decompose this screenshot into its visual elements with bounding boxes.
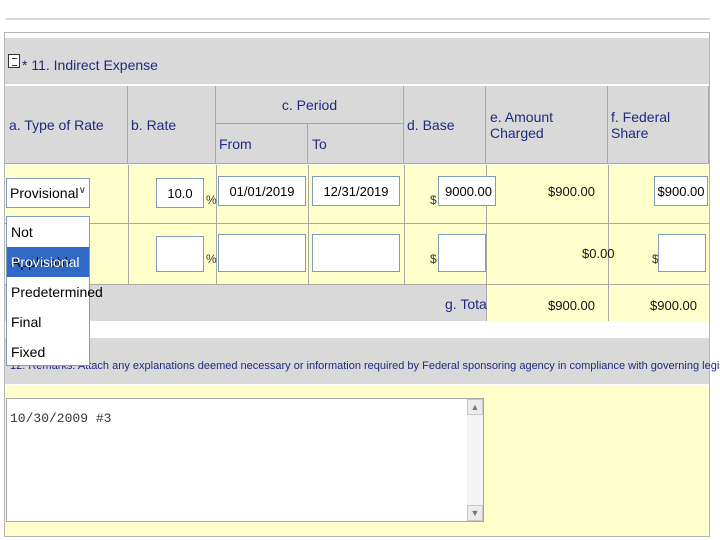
to-date-input-2[interactable] — [312, 234, 400, 272]
base-input-2[interactable] — [438, 234, 486, 272]
section-12-title: 12. Remarks: Attach any explanations dee… — [10, 360, 720, 372]
type-of-rate-value: Provisional — [10, 185, 79, 201]
col-to-label: To — [312, 135, 327, 152]
type-of-rate-select[interactable]: Provisional ∨ — [6, 178, 90, 208]
col-from-label: From — [219, 135, 252, 152]
base-currency-2: $ — [430, 252, 437, 266]
total-amount-charged: $900.00 — [548, 298, 595, 313]
col-divider — [216, 165, 217, 285]
remarks-text: 10/30/2009 #3 — [10, 411, 112, 426]
from-date-input-2[interactable] — [218, 234, 306, 272]
to-date-value: 12/31/2019 — [323, 183, 389, 199]
rate-input-2[interactable] — [156, 236, 204, 272]
col-type-of-rate-label: a. Type of Rate — [9, 116, 104, 133]
expand-icon[interactable] — [8, 54, 20, 68]
option-not-applicable[interactable]: Not Applicable — [7, 217, 89, 270]
col-amount-charged: e. Amount Charged — [486, 86, 608, 164]
option-fixed[interactable]: Fixed — [7, 337, 89, 367]
remarks-textarea[interactable]: 10/30/2009 #3 ▲ ▼ — [6, 398, 484, 522]
top-divider — [6, 18, 710, 20]
section-11-title: * 11. Indirect Expense — [22, 57, 158, 73]
row-2-amount-charged: $0.00 — [582, 246, 615, 261]
row-divider — [5, 223, 709, 224]
rate-unit: % — [206, 193, 217, 207]
to-date-input[interactable]: 12/31/2019 — [312, 176, 400, 206]
col-amount-charged-label: e. Amount Charged — [490, 108, 554, 141]
from-date-value: 01/01/2019 — [229, 183, 295, 199]
rate-input[interactable]: 10.0 — [156, 178, 204, 208]
col-from: From — [216, 124, 308, 164]
from-date-input[interactable]: 01/01/2019 — [218, 176, 306, 206]
col-to: To — [308, 124, 404, 164]
col-base: d. Base — [404, 86, 486, 164]
col-base-label: d. Base — [407, 116, 455, 133]
scrollbar-track[interactable] — [467, 415, 483, 505]
option-provisional[interactable]: Provisional — [7, 247, 89, 277]
rate-type-dropdown-list[interactable]: Not Applicable Provisional Predetermined… — [6, 216, 103, 367]
col-type-of-rate: a. Type of Rate — [5, 86, 128, 164]
federal-share-value: $900.00 — [657, 183, 705, 199]
scroll-down-button[interactable]: ▼ — [467, 505, 483, 521]
col-federal-share: f. Federal Share — [608, 86, 709, 164]
col-rate-label: b. Rate — [131, 116, 177, 133]
rate-value: 10.0 — [167, 185, 193, 201]
base-currency: $ — [430, 193, 437, 207]
rate-unit-2: % — [206, 252, 217, 266]
federal-share-input[interactable]: $900.00 — [654, 176, 708, 206]
row-1-amount-charged: $900.00 — [548, 184, 595, 199]
col-divider — [128, 165, 129, 285]
option-predetermined[interactable]: Predetermined — [7, 277, 103, 307]
col-divider — [308, 165, 309, 285]
federal-share-input-2[interactable] — [658, 234, 706, 272]
scroll-up-button[interactable]: ▲ — [467, 399, 483, 415]
col-rate: b. Rate — [128, 86, 216, 164]
total-federal-share: $900.00 — [650, 298, 697, 313]
chevron-down-icon[interactable]: ∨ — [79, 185, 86, 196]
col-period-label: c. Period — [281, 96, 338, 113]
option-final[interactable]: Final — [7, 307, 89, 337]
col-period: c. Period — [216, 86, 404, 124]
base-input[interactable]: 9000.00 — [438, 176, 496, 206]
col-divider — [404, 165, 405, 285]
base-value: 9000.00 — [445, 183, 492, 199]
col-federal-share-label: f. Federal Share — [611, 108, 671, 141]
